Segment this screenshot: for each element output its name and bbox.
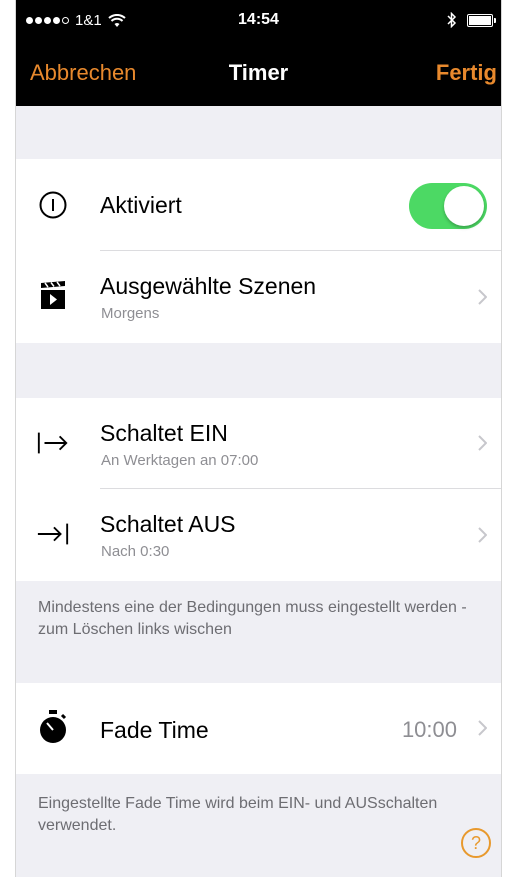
switch-off-label: Schaltet AUS [100, 511, 236, 537]
fade-time-value: 10:00 [401, 717, 457, 742]
switch-off-row[interactable]: Schaltet AUS Nach 0:30 [16, 489, 501, 581]
top-bar: 1&1 14:54 Abbrechen Timer Fertig [16, 0, 501, 106]
help-icon[interactable]: ? [461, 828, 491, 858]
page-title: Timer [228, 60, 289, 85]
settings-group-fade: Fade Time 10:00 [16, 683, 501, 774]
conditions-footer: Mindestens eine der Bedingungen muss ein… [38, 599, 467, 638]
activated-label: Aktiviert [100, 192, 182, 218]
stopwatch-icon [36, 710, 70, 744]
status-time: 14:54 [238, 11, 279, 28]
power-icon [36, 188, 70, 222]
scenes-row[interactable]: Ausgewählte Szenen Morgens [16, 251, 501, 343]
chevron-right-icon [478, 720, 487, 736]
phone-screen: 1&1 14:54 Abbrechen Timer Fertig Aktivie… [16, 0, 501, 877]
toggle-knob [444, 186, 484, 226]
activated-toggle[interactable] [409, 183, 487, 229]
arrow-to-bar-icon [36, 517, 70, 551]
arrow-from-bar-icon [36, 426, 70, 460]
scenes-subtitle: Morgens [101, 305, 160, 322]
activated-row: Aktiviert [16, 159, 501, 251]
switch-on-row[interactable]: Schaltet EIN An Werktagen an 07:00 [16, 398, 501, 489]
status-right [447, 12, 496, 28]
scenes-label: Ausgewählte Szenen [100, 273, 317, 299]
status-bar: 1&1 14:54 [16, 0, 501, 40]
done-button[interactable]: Fertig [436, 60, 497, 86]
clapperboard-icon [36, 278, 70, 312]
chevron-right-icon [478, 527, 487, 543]
battery-icon [467, 13, 496, 27]
bluetooth-icon [447, 12, 457, 28]
settings-group-switching: Schaltet EIN An Werktagen an 07:00 Schal… [16, 398, 501, 581]
fade-footer: Eingestellte Fade Time wird beim EIN- un… [38, 795, 438, 834]
switch-on-label: Schaltet EIN [100, 420, 228, 446]
switch-on-subtitle: An Werktagen an 07:00 [101, 452, 259, 469]
navigation-bar: Abbrechen Timer Fertig [16, 40, 501, 106]
chevron-right-icon [478, 435, 487, 451]
settings-group-main: Aktiviert Ausgewählte Szenen Morgens [16, 159, 501, 343]
chevron-right-icon [478, 289, 487, 305]
fade-time-row[interactable]: Fade Time 10:00 [16, 683, 501, 774]
switch-off-subtitle: Nach 0:30 [101, 543, 170, 560]
fade-time-label: Fade Time [100, 717, 209, 743]
